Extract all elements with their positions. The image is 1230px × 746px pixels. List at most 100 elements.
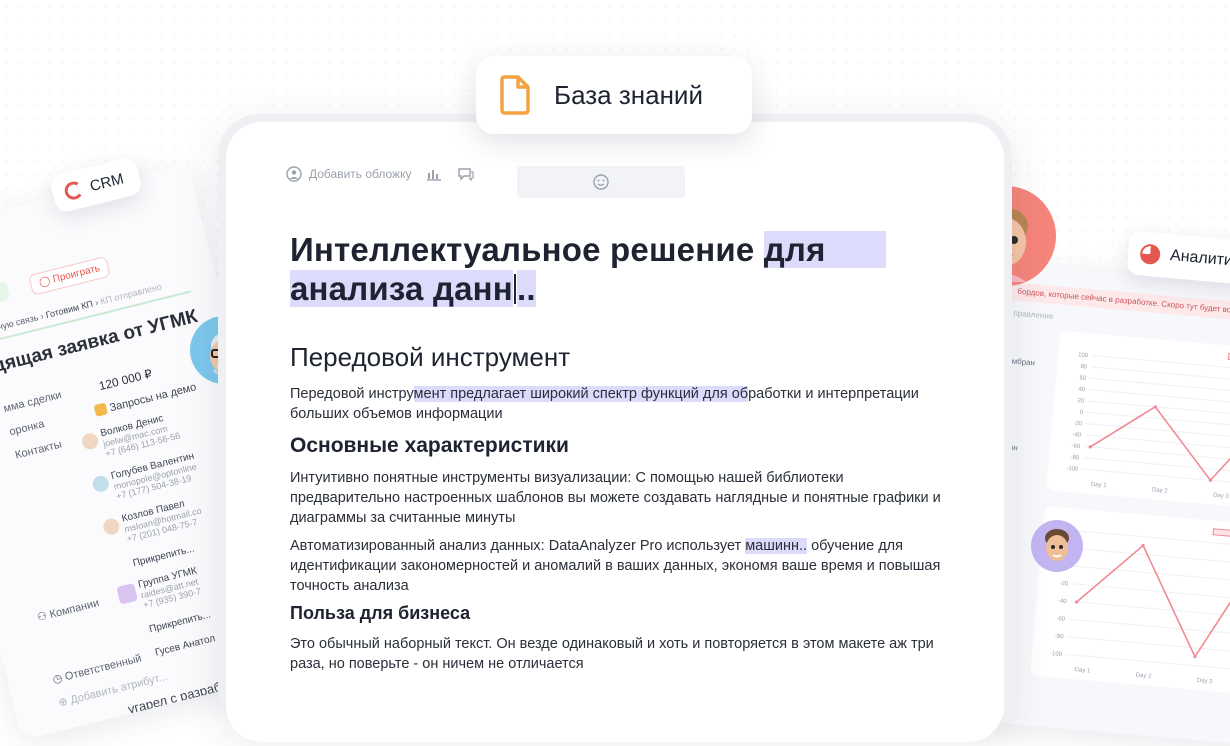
y-tick-label: -100 xyxy=(1066,466,1079,473)
emoji-picker-button[interactable] xyxy=(517,166,685,198)
y-tick-label: 0 xyxy=(1080,410,1085,416)
text-highlight: машинн.. xyxy=(745,538,808,554)
y-tick-label: 100 xyxy=(1078,352,1089,359)
y-tick-label: -20 xyxy=(1073,421,1083,428)
y-tick-label: -40 xyxy=(1058,598,1068,605)
crumb-item[interactable]: КП отправлено xyxy=(99,282,162,307)
x-tick-label: Day 2 xyxy=(1152,487,1169,494)
add-cover-button[interactable]: Добавить обложку xyxy=(286,166,411,182)
y-tick-label: -60 xyxy=(1056,616,1066,623)
attach-contact-link[interactable]: Прикрепить... xyxy=(132,543,196,569)
company-logo xyxy=(116,582,139,605)
x-tick-label: Day 2 xyxy=(1136,673,1153,680)
stage-won-button[interactable]: рать xyxy=(0,280,11,309)
y-tick-label: -100 xyxy=(1050,651,1063,658)
responsible-value[interactable]: Гусев Анатол xyxy=(154,633,216,659)
grid-line xyxy=(1088,400,1230,419)
attach-company-link[interactable]: Прикрепить... xyxy=(148,609,212,635)
y-tick-label: -20 xyxy=(1059,581,1069,588)
grid-line xyxy=(1091,366,1230,385)
company-item[interactable]: Группа УГМК raides@att.net +7 (935) 390-… xyxy=(116,565,203,610)
grid-line xyxy=(1089,389,1230,408)
avatar xyxy=(91,474,111,494)
grid-line xyxy=(1086,423,1230,442)
field-label: Контакты xyxy=(13,438,63,462)
y-tick-label: -40 xyxy=(1072,432,1082,439)
field-label: оронка xyxy=(8,418,46,439)
chart-icon xyxy=(427,170,442,181)
text-run: Автоматизированный анализ данных: DataAn… xyxy=(290,538,746,554)
document-editor: Добавить обложку Интеллектуальное решени… xyxy=(226,122,1004,742)
grid-line xyxy=(1076,530,1230,549)
series-line xyxy=(1076,544,1230,659)
field-label: ⚇ Компании xyxy=(35,596,101,625)
title-highlight: .. xyxy=(516,270,536,307)
contact-item[interactable]: Голубев Валентин monopole@optonline +7 (… xyxy=(91,451,200,501)
title-highlight: для xyxy=(763,231,826,268)
heading-4[interactable]: Польза для бизнеса xyxy=(290,603,470,624)
funnel-icon xyxy=(93,402,109,417)
y-tick-label: 60 xyxy=(1079,375,1087,382)
comment-button[interactable] xyxy=(457,166,475,182)
x-tick-label: Day 1 xyxy=(1091,482,1108,489)
dev-banner: бордов, которые сейчас в разработке. Ско… xyxy=(1006,281,1230,327)
x-tick-label: Day 3 xyxy=(1197,678,1214,685)
contact-item[interactable]: Козлов Павел msloan@hotmail.co +7 (201) … xyxy=(101,495,205,544)
x-tick-label: Day 1 xyxy=(1074,667,1091,674)
doc-toolbar: Добавить обложку xyxy=(286,166,489,182)
chart-button[interactable] xyxy=(425,166,443,182)
paragraph[interactable]: Передовой инструмент предлагает широкий … xyxy=(290,384,950,424)
avatar xyxy=(101,516,122,537)
chart-1-svg: 100 80 60 40 20 0 -20 -40 -60 -80 -100 Day 1 Day 2 Da… xyxy=(1066,352,1230,500)
y-tick-label: -80 xyxy=(1070,455,1080,462)
y-tick-label: 40 xyxy=(1078,387,1086,394)
grid-line xyxy=(1083,457,1230,476)
title-highlight: анализа данн xyxy=(290,270,513,307)
memoji-avatar-icon xyxy=(1045,529,1069,561)
y-tick-label: -60 xyxy=(1071,443,1081,450)
document-title[interactable]: Интеллектуальное решение для анализа данн… xyxy=(290,230,950,308)
title-text: Интеллектуальное решение xyxy=(290,231,764,268)
field-label: мма сделки xyxy=(2,388,63,415)
avatar xyxy=(80,431,100,451)
paragraph[interactable]: Интуитивно понятные инструменты визуализ… xyxy=(290,468,950,528)
line-chart: 100 80 60 40 20 0 -20 -40 -60 -80 -100 Day 1 Day 2 Da… xyxy=(1046,330,1230,511)
knowledge-base-chip[interactable]: База знаний xyxy=(476,56,752,134)
y-tick-label: 80 xyxy=(1080,364,1088,371)
stage-lost-label: Проиграть xyxy=(51,262,102,286)
heading-2[interactable]: Передовой инструмент xyxy=(290,342,570,373)
analytics-breadcrumb: правления xyxy=(1013,308,1054,321)
grid-line xyxy=(1065,653,1230,672)
responsible-icon: ◷ xyxy=(51,672,64,687)
text-highlight: мент предлагает широкий спектр функций д… xyxy=(413,386,749,402)
y-tick-label: 20 xyxy=(1077,398,1085,405)
y-tick-label: -80 xyxy=(1055,634,1065,641)
grid-line xyxy=(1087,411,1230,430)
grid-line xyxy=(1090,377,1230,396)
text-cursor xyxy=(513,274,516,304)
comment-icon xyxy=(458,168,475,182)
heading-3[interactable]: Основные характеристики xyxy=(290,434,569,458)
grid-line xyxy=(1075,547,1230,567)
deal-amount[interactable]: 120 000 ₽ xyxy=(97,366,153,393)
stage-lost-button[interactable]: ◯ Проиграть xyxy=(28,255,112,296)
x-tick-label: Day 3 xyxy=(1213,493,1230,500)
pie-chart-icon xyxy=(1139,243,1161,266)
text-run: Передовой инстру xyxy=(290,386,414,402)
document-icon xyxy=(500,75,530,115)
add-cover-label: Добавить обложку xyxy=(309,167,412,181)
highlight-fill xyxy=(825,231,886,268)
contact-item[interactable]: Волков Денис joelw@mac.com +7 (646) 113-… xyxy=(80,410,181,459)
grid-line xyxy=(1070,600,1230,620)
analytics-chip-label: Аналити xyxy=(1169,247,1230,270)
paragraph[interactable]: Автоматизированный анализ данных: DataAn… xyxy=(290,536,950,596)
avatar xyxy=(1031,520,1083,572)
crm-logo-icon xyxy=(62,179,85,202)
grid-line xyxy=(1073,565,1230,584)
grid-line xyxy=(1069,618,1230,637)
knowledge-base-label: База знаний xyxy=(554,79,703,110)
paragraph[interactable]: Это обычный наборный текст. Он везде оди… xyxy=(290,634,950,674)
companies-icon: ⚇ xyxy=(35,610,49,625)
field-label-text: Компании xyxy=(48,597,101,621)
legend-swatch xyxy=(1212,528,1230,537)
